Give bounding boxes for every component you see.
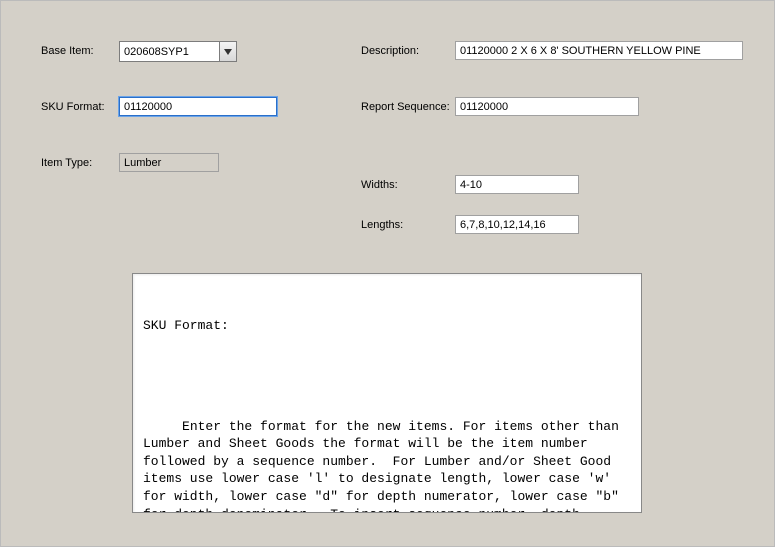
item-type-label: Item Type: [41,157,92,169]
lengths-input[interactable] [455,215,579,234]
widths-input[interactable] [455,175,579,194]
description-input[interactable] [455,41,743,60]
help-spacer [143,370,631,383]
item-type-display: Lumber [119,153,219,172]
description-label: Description: [361,45,419,57]
sku-format-help: SKU Format: Enter the format for the new… [132,273,642,513]
base-item-combo[interactable] [119,41,237,62]
lengths-label: Lengths: [361,219,403,231]
base-item-label: Base Item: [41,45,94,57]
widths-label: Widths: [361,179,398,191]
report-sequence-label: Report Sequence: [361,101,450,113]
base-item-dropdown-button[interactable] [219,41,237,62]
sku-format-label: SKU Format: [41,101,105,113]
help-title: SKU Format: [143,317,631,335]
help-body: Enter the format for the new items. For … [143,418,631,513]
base-item-input[interactable] [119,41,219,62]
report-sequence-input[interactable] [455,97,639,116]
sku-format-input[interactable] [119,97,277,116]
chevron-down-icon [224,46,232,58]
